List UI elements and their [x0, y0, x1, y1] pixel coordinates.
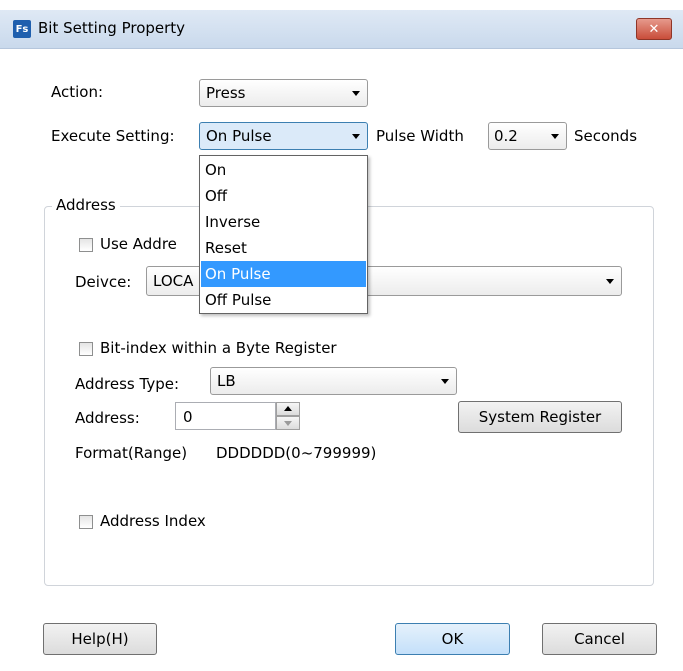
- pulse-width-select[interactable]: 0.2: [488, 122, 567, 150]
- address-type-select[interactable]: LB: [210, 367, 457, 395]
- address-spin-up-button[interactable]: [276, 402, 300, 416]
- title-bar[interactable]: Fs Bit Setting Property ✕: [0, 10, 683, 49]
- close-button[interactable]: ✕: [636, 18, 672, 40]
- system-register-button[interactable]: System Register: [458, 401, 622, 433]
- address-type-value: LB: [217, 372, 236, 390]
- dropdown-option-on-pulse[interactable]: On Pulse: [201, 261, 366, 287]
- bit-setting-dialog: Fs Bit Setting Property ✕ Action: Press …: [0, 0, 683, 671]
- dropdown-option-inverse[interactable]: Inverse: [201, 209, 366, 235]
- seconds-label: Seconds: [574, 127, 638, 145]
- pulse-width-value: 0.2: [494, 127, 518, 145]
- cancel-button[interactable]: Cancel: [542, 623, 657, 655]
- chevron-down-icon: [352, 91, 360, 96]
- use-address-label: Use Addre: [100, 235, 177, 253]
- execute-setting-dropdown: On Off Inverse Reset On Pulse Off Pulse: [199, 155, 368, 314]
- address-input[interactable]: 0: [175, 402, 276, 430]
- address-input-value: 0: [183, 408, 193, 426]
- address-spin-down-button[interactable]: [276, 416, 300, 430]
- action-select-value: Press: [206, 84, 246, 102]
- chevron-down-icon: [606, 279, 614, 284]
- address-index-label: Address Index: [100, 512, 206, 530]
- bit-index-checkbox[interactable]: [79, 342, 93, 356]
- address-type-label: Address Type:: [75, 375, 180, 393]
- dropdown-option-off-pulse[interactable]: Off Pulse: [201, 287, 366, 313]
- action-label: Action:: [51, 83, 104, 101]
- bit-index-label: Bit-index within a Byte Register: [100, 339, 337, 357]
- action-select[interactable]: Press: [199, 79, 368, 107]
- address-group-legend: Address: [52, 196, 120, 214]
- close-icon: ✕: [648, 21, 660, 37]
- execute-setting-value: On Pulse: [206, 127, 272, 145]
- help-button[interactable]: Help(H): [43, 623, 157, 655]
- dropdown-option-reset[interactable]: Reset: [201, 235, 366, 261]
- device-select-value: LOCA: [153, 272, 194, 290]
- format-range-value: DDDDDD(0~799999): [216, 444, 377, 462]
- chevron-down-icon: [551, 134, 559, 139]
- chevron-down-icon: [352, 134, 360, 139]
- execute-setting-select[interactable]: On Pulse: [199, 122, 368, 150]
- format-range-label: Format(Range): [75, 444, 188, 462]
- use-address-checkbox[interactable]: [79, 238, 93, 252]
- execute-setting-label: Execute Setting:: [51, 127, 175, 145]
- dropdown-option-on[interactable]: On: [201, 157, 366, 183]
- pulse-width-label: Pulse Width: [376, 127, 464, 145]
- app-icon: Fs: [13, 20, 31, 38]
- address-label: Address:: [75, 409, 140, 427]
- ok-button[interactable]: OK: [395, 623, 510, 655]
- address-index-checkbox[interactable]: [79, 515, 93, 529]
- device-label: Deivce:: [75, 273, 132, 291]
- window-title: Bit Setting Property: [38, 19, 186, 37]
- chevron-down-icon: [441, 379, 449, 384]
- dropdown-option-off[interactable]: Off: [201, 183, 366, 209]
